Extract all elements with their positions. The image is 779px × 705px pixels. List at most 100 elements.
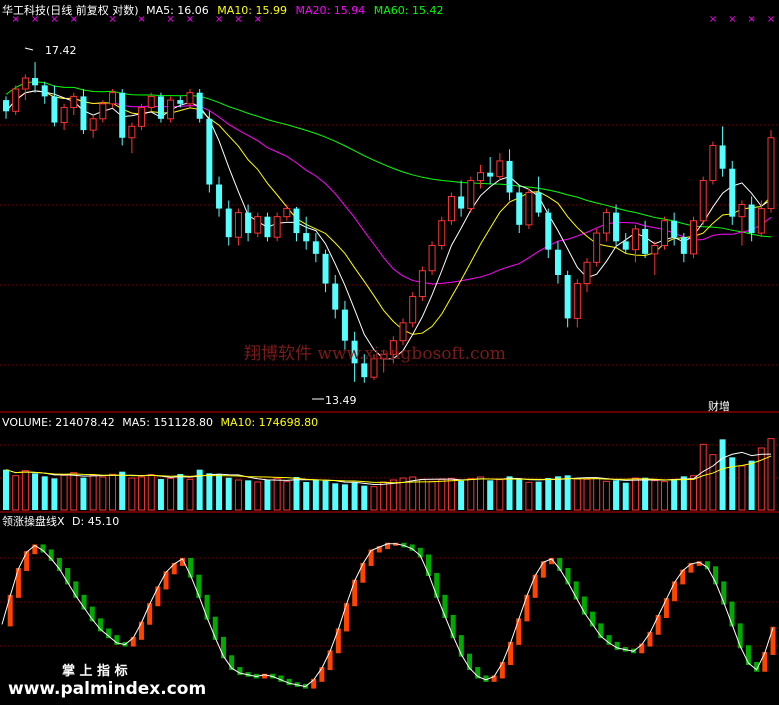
volume-bar-up — [631, 477, 639, 511]
volume-bar-up — [476, 476, 484, 511]
candle-body-up — [573, 283, 581, 319]
candle-body-up — [467, 180, 475, 210]
candle-body-down — [719, 145, 726, 169]
brand-chinese: 掌 上 指 标 — [62, 663, 128, 679]
indicator-d-label: D: 45.10 — [72, 515, 119, 528]
candle-body-down — [564, 275, 571, 319]
candle-body-up — [447, 195, 455, 222]
indicator-block-up — [499, 662, 505, 679]
candle-body-up — [583, 261, 591, 285]
indicator-block-down — [196, 574, 202, 598]
candle-body-down — [264, 216, 271, 238]
candle-body-down — [225, 208, 232, 238]
candle-body-down — [622, 241, 629, 250]
candle-body-down — [487, 172, 494, 177]
candle-body-up — [21, 77, 29, 90]
volume-bar-up — [380, 481, 388, 511]
candle-body-up — [438, 220, 446, 246]
candle-body-down — [613, 212, 620, 242]
x-marker: × — [728, 14, 736, 25]
candle-body-up — [138, 107, 146, 127]
volume-bar-down — [622, 482, 629, 510]
candle-body-down — [303, 233, 310, 242]
volume-ma10-label: MA10: 174698.80 — [220, 416, 318, 429]
candle-body-down — [554, 249, 561, 276]
indicator-block-up — [762, 651, 768, 672]
indicator-block-down — [442, 594, 448, 618]
brand-url: www.palmindex.com — [8, 679, 206, 699]
volume-bar-down — [719, 439, 726, 510]
candle-body-down — [177, 100, 184, 104]
candle-body-down — [642, 228, 649, 254]
volume-bar-down — [332, 483, 339, 510]
volume-bar-down — [361, 485, 368, 510]
finance-badge: 财增 — [708, 399, 730, 413]
high-marker-arrow — [24, 47, 34, 51]
volume-bar-up — [767, 438, 775, 511]
volume-bar-down — [303, 482, 310, 510]
volume-bar-down — [680, 476, 687, 510]
candle-body-up — [631, 228, 639, 251]
indicator-block-up — [24, 551, 30, 571]
candle-body-down — [341, 309, 348, 341]
indicator-block-up — [343, 603, 349, 632]
candle-body-up — [757, 208, 765, 234]
candle-body-down — [51, 96, 58, 123]
candle-body-down — [748, 204, 755, 234]
candle-body-up — [60, 107, 68, 124]
volume-bar-up — [418, 479, 426, 511]
indicator-block-up — [335, 628, 341, 654]
candle-body-up — [496, 160, 504, 178]
candle-body-down — [458, 196, 465, 209]
volume-bar-up — [370, 486, 378, 511]
indicator-block-up — [532, 574, 538, 598]
volume-bar-down — [642, 477, 649, 510]
volume-bar-up — [186, 478, 194, 511]
indicator-block-up — [138, 621, 144, 640]
x-marker: × — [747, 14, 755, 25]
volume-bar-up — [593, 477, 601, 511]
volume-bar-down — [554, 476, 561, 510]
volume-bar-up — [699, 443, 707, 511]
indicator-block-down — [212, 616, 218, 640]
indicator-block-down — [434, 573, 440, 598]
volume-bar-up — [428, 480, 436, 511]
volume-bar-down — [312, 480, 319, 510]
ma20-label: MA20: 15.94 — [296, 4, 366, 17]
candle-body-down — [332, 283, 339, 310]
volume-bar-down — [748, 460, 755, 510]
candle-body-down — [322, 253, 329, 284]
volume-bar-down — [322, 480, 329, 510]
candle-body-down — [157, 96, 164, 119]
indicator-block-up — [352, 579, 358, 607]
volume-bar-down — [51, 478, 58, 510]
volume-bar-up — [651, 480, 659, 511]
indicator-block-up — [7, 594, 13, 627]
candle-body-down — [196, 92, 203, 119]
volume-bar-down — [458, 480, 465, 510]
candle-body-down — [516, 192, 523, 225]
indicator-block-up — [672, 581, 678, 602]
volume-bar-down — [545, 478, 552, 510]
candle-body-up — [699, 180, 707, 222]
stock-title: 华工科技(日线 前复权 对数) — [2, 3, 139, 17]
volume-bar-down — [119, 471, 126, 510]
volume-bar-down — [157, 479, 164, 510]
volume-bar-up — [496, 479, 504, 511]
volume-bar-down — [293, 477, 300, 510]
candle-body-up — [234, 212, 242, 238]
candle-body-down — [119, 92, 126, 138]
candle-body-up — [254, 216, 262, 234]
volume-bars — [3, 438, 775, 511]
candle-body-down — [312, 241, 319, 254]
candle-body-up — [283, 208, 291, 218]
candle-body-up — [409, 296, 417, 324]
volume-bar-down — [671, 479, 678, 510]
grid-layer — [0, 124, 779, 647]
volume-bar-up — [389, 479, 397, 511]
candle-body-down — [293, 208, 300, 234]
candle-body-down — [506, 160, 513, 193]
candle-body-down — [3, 100, 9, 112]
volume-bar-down — [487, 480, 494, 510]
indicator-block-up — [163, 571, 169, 590]
